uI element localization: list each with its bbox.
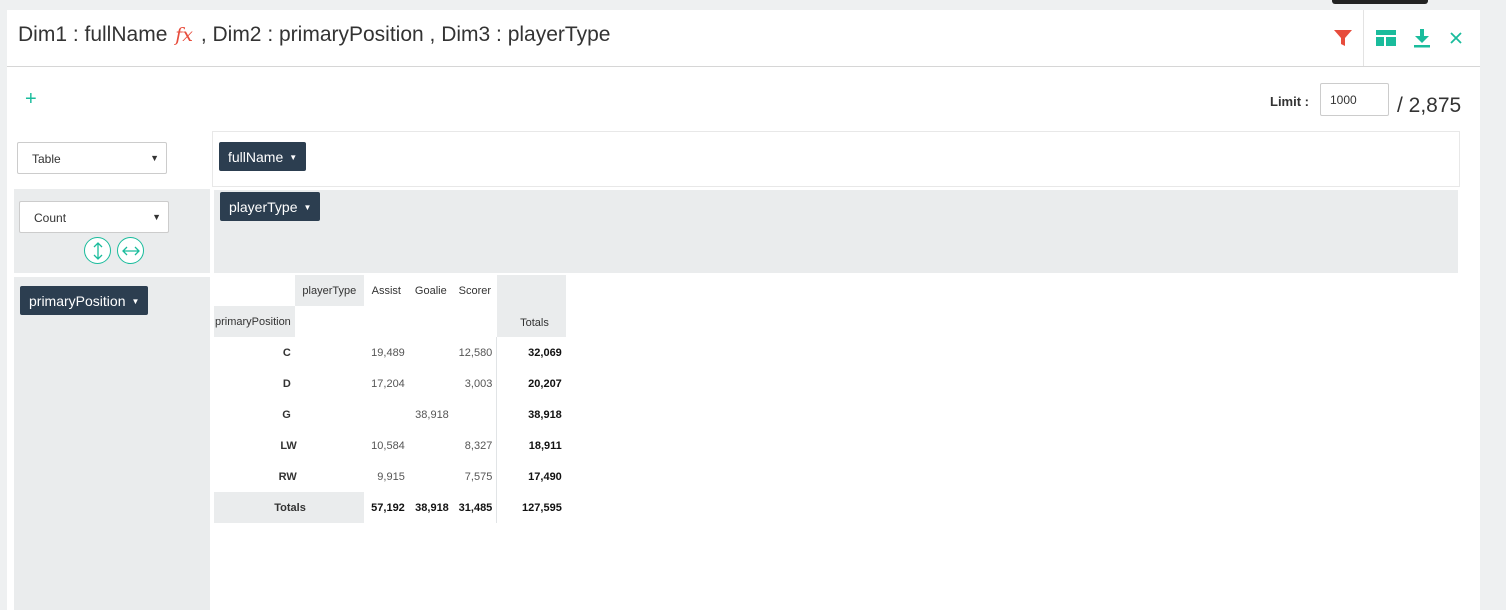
row-label: D (282, 377, 291, 390)
col-attr-label: playerType (294, 275, 364, 306)
sort-cols-icon[interactable] (117, 237, 144, 264)
table-layout-icon[interactable] (1375, 27, 1397, 49)
limit-total: / 2,875 (1397, 94, 1462, 117)
caret-down-icon: ▼ (303, 203, 312, 212)
col-total: 31,485 (458, 501, 493, 514)
pivot-cell: 17,204 (371, 377, 405, 390)
pivot-cell (409, 461, 453, 492)
row-attributes-area (14, 189, 210, 610)
col-total: 57,192 (371, 501, 405, 514)
col-header: Assist (371, 284, 401, 297)
formula-icon[interactable]: fx (175, 24, 193, 46)
row-total: 32,069 (496, 337, 566, 368)
col-header: Goalie (414, 284, 447, 297)
add-icon[interactable]: + (25, 89, 37, 109)
area-divider (14, 273, 210, 277)
empty-cell (453, 306, 497, 337)
limit-input[interactable] (1320, 83, 1389, 116)
renderer-select-value: Table (32, 152, 61, 166)
row-total: 20,207 (496, 368, 566, 399)
table-row: C 19,489 12,580 32,069 (214, 337, 566, 368)
pivot-cell: 12,580 (458, 346, 493, 359)
aggregator-select-value: Count (34, 211, 67, 225)
page-title: Dim1 : fullName fx , Dim2 : primaryPosit… (18, 23, 610, 47)
row-label: LW (280, 439, 297, 452)
limit-label: Limit : (1270, 94, 1309, 109)
row-total: 18,911 (496, 430, 566, 461)
download-icon[interactable] (1411, 27, 1433, 49)
pivot-corner (214, 275, 295, 306)
attribute-pill-fullname[interactable]: fullName ▼ (219, 142, 307, 171)
pivot-panel: Dim1 : fullName fx , Dim2 : primaryPosit… (7, 10, 1480, 610)
empty-cell (295, 306, 364, 337)
totals-col-label: Totals (520, 317, 549, 329)
attribute-pill-playertype[interactable]: playerType ▼ (220, 192, 321, 221)
empty-cell (409, 306, 453, 337)
close-icon[interactable] (1445, 27, 1467, 49)
aggregator-select[interactable]: Count ▼ (19, 201, 169, 233)
table-row: D 17,204 3,003 20,207 (214, 368, 566, 399)
unused-attributes-area: fullName ▼ (212, 131, 1460, 187)
empty-cell (364, 306, 409, 337)
caret-down-icon: ▼ (289, 153, 298, 162)
row-attr-label: primaryPosition (214, 306, 295, 337)
pivot-cell (364, 399, 409, 430)
column-attributes-area: playerType ▼ (214, 190, 1458, 273)
title-dims-rest: , Dim2 : primaryPosition , Dim3 : player… (200, 23, 611, 46)
header-divider (1363, 10, 1364, 66)
caret-down-icon: ▼ (131, 297, 140, 306)
attribute-pill-label: playerType (229, 199, 298, 215)
pivot-cell (453, 399, 497, 430)
filter-icon[interactable] (1332, 27, 1354, 49)
totals-label: Totals (214, 492, 364, 523)
col-total: 38,918 (415, 501, 449, 514)
grand-total: 127,595 (496, 492, 566, 523)
renderer-select[interactable]: Table ▼ (17, 142, 167, 174)
pivot-cell: 9,915 (377, 470, 405, 483)
col-header: Scorer (458, 284, 492, 297)
title-dim1: Dim1 : fullName (18, 23, 168, 46)
tooltip-fragment (1332, 0, 1428, 4)
table-row: G 38,918 38,918 (214, 399, 566, 430)
sort-rows-icon[interactable] (84, 237, 111, 264)
caret-down-icon: ▼ (150, 153, 159, 163)
row-label: RW (278, 470, 297, 483)
caret-down-icon: ▼ (152, 212, 161, 222)
pivot-cell: 10,584 (371, 439, 405, 452)
pivot-cell (409, 368, 453, 399)
pivot-cell: 19,489 (371, 346, 405, 359)
pivot-cell (409, 430, 453, 461)
pivot-cell (409, 337, 453, 368)
totals-row: Totals 57,192 38,918 31,485 127,595 (214, 492, 566, 523)
row-total: 17,490 (496, 461, 566, 492)
pivot-cell: 38,918 (415, 408, 449, 421)
row-label: C (282, 346, 291, 359)
row-total: 38,918 (496, 399, 566, 430)
row-label: G (282, 408, 291, 421)
pivot-cell: 7,575 (464, 470, 493, 483)
attribute-pill-primaryposition[interactable]: primaryPosition ▼ (20, 286, 149, 315)
pivot-cell: 3,003 (464, 377, 493, 390)
pivot-cell: 8,327 (464, 439, 493, 452)
panel-header: Dim1 : fullName fx , Dim2 : primaryPosit… (7, 10, 1480, 67)
attribute-pill-label: fullName (228, 149, 284, 165)
attribute-pill-label: primaryPosition (29, 293, 126, 309)
table-row: LW 10,584 8,327 18,911 (214, 430, 566, 461)
table-row: RW 9,915 7,575 17,490 (214, 461, 566, 492)
